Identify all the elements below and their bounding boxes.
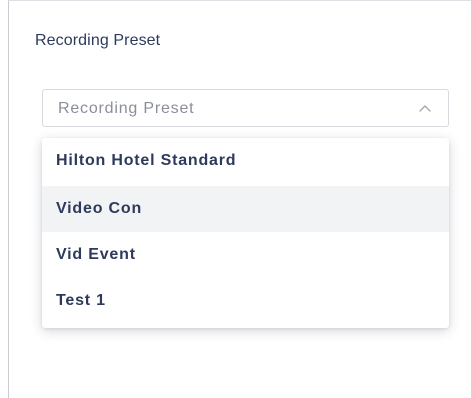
recording-preset-panel: Recording Preset Recording Preset Hilton… — [8, 0, 471, 398]
chevron-up-icon[interactable] — [418, 103, 432, 113]
option-video-con[interactable]: Video Con — [42, 186, 449, 232]
preset-dropdown-menu: Hilton Hotel Standard Video Con Vid Even… — [42, 138, 449, 328]
panel-title: Recording Preset — [35, 32, 161, 49]
option-test-1[interactable]: Test 1 — [42, 278, 449, 324]
recording-preset-select[interactable]: Recording Preset — [42, 89, 449, 127]
option-hilton-hotel-standard[interactable]: Hilton Hotel Standard — [42, 138, 449, 184]
select-placeholder: Recording Preset — [58, 100, 195, 117]
option-vid-event[interactable]: Vid Event — [42, 232, 449, 278]
